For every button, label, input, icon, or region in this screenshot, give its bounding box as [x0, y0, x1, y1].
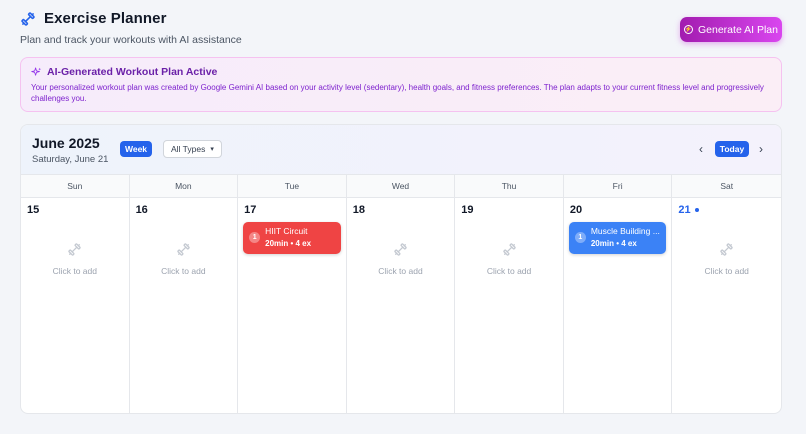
weekday-sat: Sat [720, 181, 734, 191]
generate-ai-plan-label: Generate AI Plan [698, 23, 778, 36]
dumbbell-icon [719, 242, 734, 262]
day-number-text: 16 [135, 204, 148, 216]
empty-day-placeholder: Click to add [130, 242, 238, 276]
day-cell-mon[interactable]: 16 Click to add [130, 198, 239, 413]
chevron-down-icon: ▾ [210, 146, 214, 153]
day-number-text: 20 [569, 204, 583, 216]
week-days-grid: 15 Click to add 16 Click to add 17 1 HIIT Circ… [21, 198, 781, 413]
week-view-button[interactable]: Week [120, 141, 152, 157]
previous-week-chevron-left-icon[interactable]: ‹ [695, 141, 707, 157]
dumbbell-icon [502, 242, 517, 262]
banner-description: Your personalized workout plan was creat… [31, 83, 764, 103]
empty-day-placeholder: Click to add [21, 242, 129, 276]
day-number-text: 18 [352, 204, 365, 216]
lightning-icon: ⚡ [684, 25, 693, 34]
click-to-add-text: Click to add [486, 266, 532, 276]
click-to-add-text: Click to add [378, 266, 423, 276]
dumbbell-icon [176, 242, 191, 262]
title-row: Exercise Planner [20, 10, 782, 27]
workout-card[interactable]: 1 Muscle Building ... 20min • 4 ex [568, 222, 667, 254]
ai-plan-banner: AI-Generated Workout Plan Active Your pe… [20, 57, 782, 112]
click-to-add-text: Click to add [161, 266, 206, 276]
weekday-header-row: Sun Mon Tue Wed Thu Fri Sat [21, 175, 781, 198]
generate-ai-plan-button[interactable]: ⚡ Generate AI Plan [680, 17, 782, 42]
weekday-sun: Sun [21, 175, 130, 197]
day-number: 19 [461, 204, 558, 216]
workout-meta: 20min • 4 ex [265, 239, 312, 248]
day-cell-thu[interactable]: 19 Click to add [455, 198, 564, 413]
day-cell-sat[interactable]: 21 Click to add [672, 198, 781, 413]
empty-day-placeholder: Click to add [347, 242, 455, 276]
workout-info: Muscle Building ... 20min • 4 ex [591, 226, 660, 254]
workout-name: Muscle Building ... [590, 226, 660, 236]
page-title: Exercise Planner [44, 10, 167, 27]
calendar-month: June 2025 [32, 135, 100, 151]
page-header: Exercise Planner Plan and track your wor… [20, 10, 782, 50]
workout-index-badge: 1 [574, 232, 586, 243]
day-number: 16 [136, 204, 233, 216]
weekday-thu: Thu [455, 175, 564, 197]
day-cell-sun[interactable]: 15 Click to add [21, 198, 130, 413]
today-indicator-dot [694, 208, 699, 212]
day-number: 20 [570, 204, 667, 216]
sparkles-icon [31, 67, 42, 76]
day-number-text: 21 [678, 204, 691, 216]
day-number: 21 [678, 204, 776, 216]
workout-meta: 20min • 4 ex [590, 239, 637, 248]
day-number-text: 19 [461, 204, 474, 216]
click-to-add-text: Click to add [52, 266, 97, 276]
today-button[interactable]: Today [715, 141, 749, 157]
weekday-tue: Tue [238, 175, 347, 197]
day-number: 18 [353, 204, 450, 216]
workout-index-badge: 1 [249, 232, 261, 243]
empty-day-placeholder: Click to add [672, 242, 781, 276]
calendar-card: June 2025 Saturday, June 21 Week All Typ… [20, 124, 782, 414]
day-number-text: 17 [244, 204, 257, 216]
page-subtitle: Plan and track your workouts with AI ass… [20, 34, 242, 46]
weekday-mon: Mon [130, 175, 239, 197]
workout-type-value: All Types [171, 144, 206, 154]
banner-title-row: AI-Generated Workout Plan Active [31, 66, 771, 78]
banner-title: AI-Generated Workout Plan Active [47, 66, 218, 78]
empty-day-placeholder: Click to add [455, 242, 563, 276]
day-cell-fri[interactable]: 20 1 Muscle Building ... 20min • 4 ex [564, 198, 673, 413]
next-week-chevron-right-icon[interactable]: › [755, 141, 767, 157]
exercise-planner-page: Exercise Planner Plan and track your wor… [0, 0, 806, 434]
day-number: 15 [27, 204, 124, 216]
dumbbell-icon [21, 11, 35, 26]
workout-info: HIIT Circuit 20min • 4 ex [265, 226, 311, 254]
day-number-text: 15 [27, 204, 40, 216]
selected-date: Saturday, June 21 [32, 154, 109, 165]
click-to-add-text: Click to add [704, 266, 749, 276]
dumbbell-icon [393, 242, 408, 262]
workout-card[interactable]: 1 HIIT Circuit 20min • 4 ex [243, 222, 341, 254]
day-number: 17 [244, 204, 341, 216]
day-cell-wed[interactable]: 18 Click to add [347, 198, 456, 413]
workout-name: HIIT Circuit [265, 226, 308, 236]
weekday-wed: Wed [347, 175, 456, 197]
weekday-fri: Fri [564, 175, 673, 197]
day-cell-tue[interactable]: 17 1 HIIT Circuit 20min • 4 ex [238, 198, 347, 413]
calendar-header: June 2025 Saturday, June 21 Week All Typ… [21, 125, 781, 175]
dumbbell-icon [67, 242, 82, 262]
workout-type-select[interactable]: All Types ▾ [163, 140, 222, 158]
